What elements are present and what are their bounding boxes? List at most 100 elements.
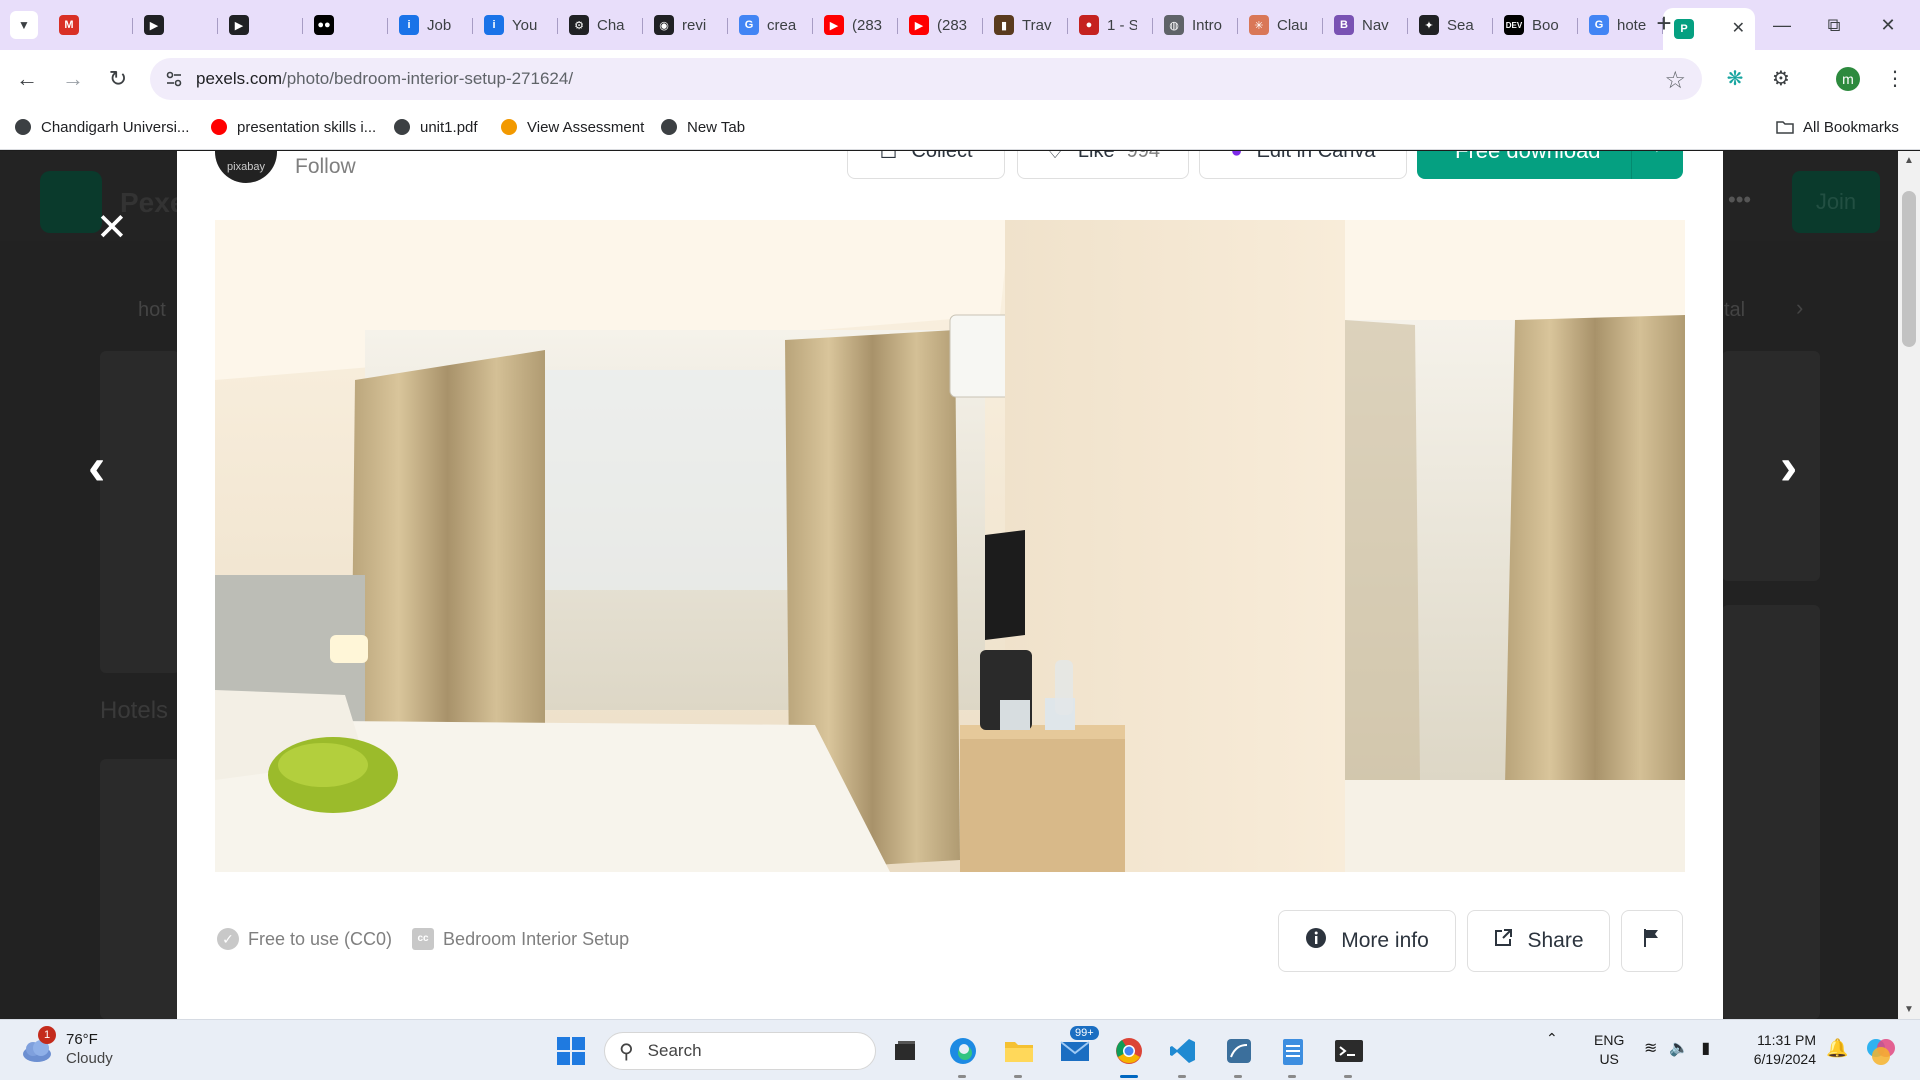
bookmark-item[interactable]: View Assessment <box>500 118 644 136</box>
background-card <box>1722 605 1820 1019</box>
tab-search-button[interactable]: ▼ <box>10 11 38 39</box>
share-button[interactable]: Share <box>1467 910 1610 972</box>
info-icon: i <box>399 15 419 35</box>
author-avatar[interactable]: pixabay <box>215 151 277 183</box>
browser-tab[interactable]: ▶ <box>218 8 303 42</box>
browser-tab[interactable]: i Job <box>388 8 473 42</box>
bookmark-star-icon[interactable]: ☆ <box>1664 66 1686 95</box>
bookmarks-bar: Chandigarh Universi... presentation skill… <box>0 108 1920 150</box>
weather-condition: Cloudy <box>66 1050 113 1067</box>
window-close-button[interactable]: ✕ <box>1868 10 1908 40</box>
browser-tab[interactable]: ▶ (283 <box>813 8 898 42</box>
browser-tab[interactable]: ⚙ Cha <box>558 8 643 42</box>
background-chip-right: tal <box>1724 299 1746 321</box>
running-indicator <box>1014 1075 1022 1078</box>
running-indicator <box>1178 1075 1186 1078</box>
reload-button[interactable]: ↻ <box>103 64 133 94</box>
bookmark-item[interactable]: Chandigarh Universi... <box>14 118 189 136</box>
youtube-play-icon: ▶ <box>229 15 249 35</box>
menu-kebab-icon[interactable]: ⋮ <box>1880 64 1910 94</box>
tab-close-icon[interactable]: ✕ <box>1732 18 1745 38</box>
browser-tab[interactable]: M <box>48 8 133 42</box>
free-download-button[interactable]: Free download ▼ <box>1417 151 1683 179</box>
terminal-icon[interactable] <box>1330 1032 1368 1078</box>
weather-widget[interactable]: 1 76°F Cloudy <box>20 1026 113 1068</box>
report-button[interactable] <box>1621 910 1683 972</box>
browser-tab[interactable]: ▮ Trav <box>983 8 1068 42</box>
heart-icon: ♡ <box>1045 151 1064 163</box>
browser-tab[interactable]: ▶ (283 <box>898 8 983 42</box>
taskbar-search[interactable]: ⚲ Search <box>604 1032 876 1070</box>
all-bookmarks-button[interactable]: All Bookmarks <box>1776 118 1899 136</box>
photo-title: Bedroom Interior Setup <box>443 928 630 949</box>
windows-start-icon[interactable] <box>556 1036 586 1066</box>
browser-tab[interactable]: i You <box>473 8 558 42</box>
profile-avatar[interactable]: m <box>1836 67 1860 91</box>
scroll-up-arrow-icon[interactable]: ▲ <box>1904 155 1914 166</box>
follow-button[interactable]: Follow <box>295 155 356 179</box>
back-button[interactable]: ← <box>12 64 42 94</box>
browser-tab[interactable]: DEV Boo <box>1493 8 1578 42</box>
clock[interactable]: 11:31 PM 6/19/2024 <box>1746 1031 1816 1069</box>
edge-icon[interactable] <box>944 1032 982 1078</box>
bookmark-item[interactable]: presentation skills i... <box>210 118 376 136</box>
running-indicator <box>1344 1075 1352 1078</box>
bookmark-item[interactable]: unit1.pdf <box>393 118 478 136</box>
background-caption: Hotels <box>100 697 169 724</box>
restore-button[interactable]: ⧉ <box>1814 10 1854 40</box>
forward-button[interactable]: → <box>58 64 88 94</box>
extension-icon[interactable]: ❋ <box>1720 64 1750 94</box>
browser-tab[interactable]: ● 1 - S <box>1068 8 1153 42</box>
free-download-label: Free download <box>1455 151 1601 164</box>
github-icon: ◉ <box>654 15 674 35</box>
chrome-icon[interactable] <box>1110 1032 1148 1078</box>
extensions-puzzle-icon[interactable]: ⚙ <box>1766 64 1796 94</box>
more-info-button[interactable]: More info <box>1278 910 1456 972</box>
browser-tab[interactable]: ◉ revi <box>643 8 728 42</box>
browser-tab[interactable]: ●● <box>303 8 388 42</box>
tab-title: 1 - S <box>1107 16 1137 34</box>
mysql-workbench-icon[interactable] <box>1220 1032 1258 1078</box>
browser-tab[interactable]: ✦ Sea <box>1408 8 1493 42</box>
check-circle-icon: ✓ <box>217 928 239 950</box>
scroll-down-arrow-icon[interactable]: ▼ <box>1904 1004 1914 1015</box>
browser-tab[interactable]: ✳ Clau <box>1238 8 1323 42</box>
mail-icon[interactable]: 99+ <box>1056 1026 1099 1070</box>
site-info-icon[interactable] <box>164 69 184 89</box>
bedroom-photo[interactable] <box>215 220 1685 872</box>
chevron-down-icon[interactable]: ▼ <box>1649 151 1665 157</box>
next-photo-button[interactable]: › <box>1780 441 1797 493</box>
edit-in-canva-button[interactable]: ● Edit in Canva <box>1199 151 1407 179</box>
rail-icon: ● <box>1079 15 1099 35</box>
address-bar[interactable]: pexels.com/photo/bedroom-interior-setup-… <box>150 58 1702 100</box>
like-button[interactable]: ♡ Like 994 <box>1017 151 1189 179</box>
license-label: Free to use (CC0) <box>248 928 393 949</box>
minimize-button[interactable]: — <box>1762 10 1802 40</box>
travel-icon: ▮ <box>994 15 1014 35</box>
browser-tab[interactable]: B Nav <box>1323 8 1408 42</box>
bookmark-item[interactable]: New Tab <box>660 118 745 136</box>
vscode-icon[interactable] <box>1164 1032 1202 1078</box>
running-indicator <box>1120 1075 1138 1078</box>
notification-bell-icon[interactable]: 🔔 <box>1826 1038 1848 1059</box>
browser-tab[interactable]: ▶ <box>133 8 218 42</box>
language-indicator[interactable]: ENG US <box>1594 1031 1624 1069</box>
tab-title: Clau <box>1277 16 1307 34</box>
close-modal-button[interactable]: ✕ <box>96 209 128 247</box>
page-scrollbar[interactable]: ▲ ▼ <box>1898 151 1920 1019</box>
previous-photo-button[interactable]: ‹ <box>88 441 105 493</box>
tray-overflow-icon[interactable]: ⌃ <box>1546 1030 1558 1047</box>
notepad-icon[interactable] <box>1274 1032 1312 1078</box>
license-info[interactable]: ✓ Free to use (CC0) <box>217 928 392 950</box>
background-card <box>100 759 180 1019</box>
browser-tab[interactable]: ◍ Intro <box>1153 8 1238 42</box>
new-tab-button[interactable]: + <box>1650 10 1678 38</box>
task-view-icon[interactable] <box>886 1032 924 1070</box>
browser-tab[interactable]: Gcrea <box>728 8 813 42</box>
scroll-thumb[interactable] <box>1902 191 1916 347</box>
file-explorer-icon[interactable] <box>1000 1032 1038 1078</box>
collect-button[interactable]: ☐ Collect <box>847 151 1005 179</box>
copilot-icon[interactable] <box>1864 1034 1898 1068</box>
system-tray[interactable]: ≋ 🔈 ▮ <box>1644 1038 1710 1058</box>
bootstrap-icon: B <box>1334 15 1354 35</box>
